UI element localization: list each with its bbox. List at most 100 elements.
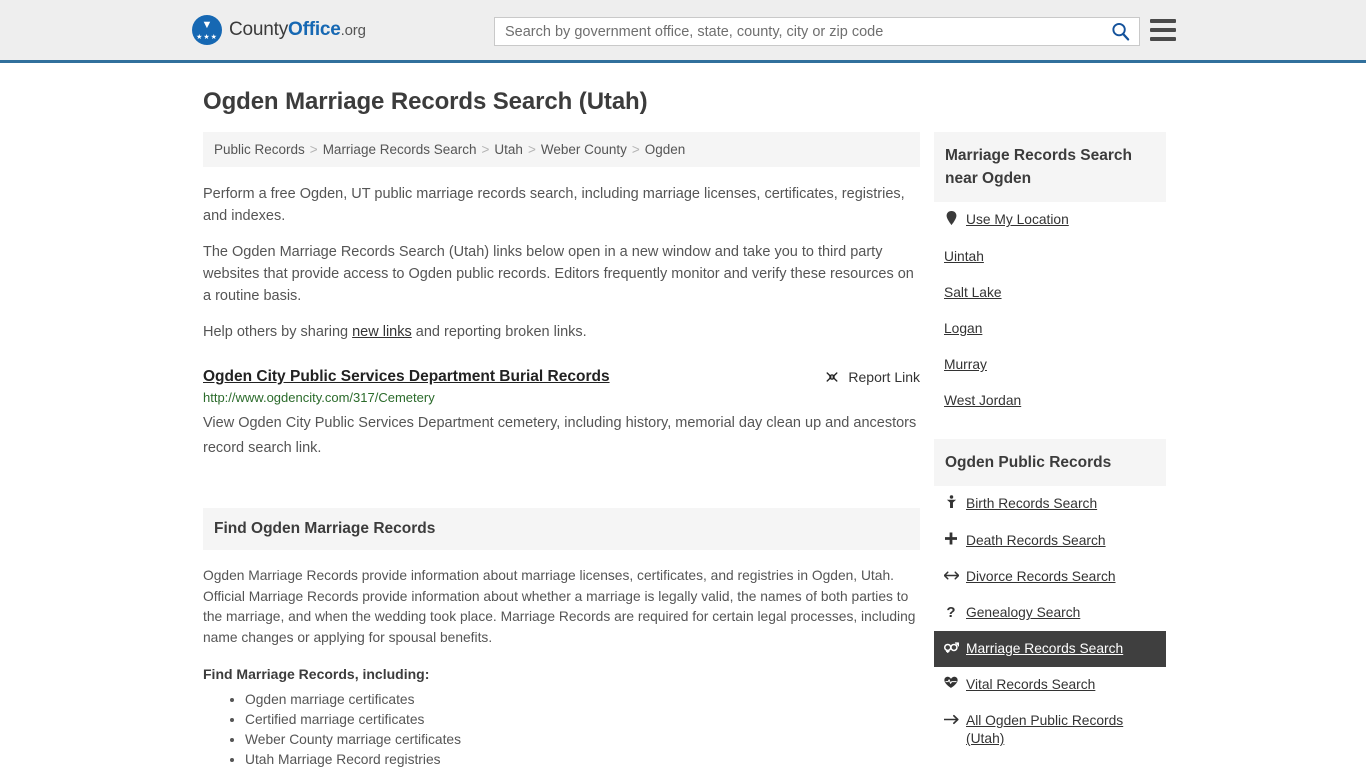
page-title: Ogden Marriage Records Search (Utah)	[203, 88, 648, 115]
arrows-horizontal-icon	[943, 568, 960, 586]
sidebar-item-marriage-records-search[interactable]: Marriage Records Search	[934, 631, 1166, 667]
find-records-subheading: Find Marriage Records, including:	[203, 666, 430, 682]
new-links-link[interactable]: new links	[352, 324, 412, 340]
report-link-label: Report Link	[848, 369, 920, 385]
list-item: West Jordan	[934, 383, 1166, 419]
breadcrumb-separator: >	[309, 142, 318, 157]
sidebar-item-label: Use My Location	[966, 212, 1069, 227]
sidebar-item-salt-lake[interactable]: Salt Lake	[934, 275, 1166, 311]
result-description: View Ogden City Public Services Departme…	[203, 415, 917, 456]
sidebar-item-label: All Ogden Public Records (Utah)	[966, 713, 1124, 746]
venus-mars-icon	[943, 640, 959, 658]
sidebar-item-use-my-location[interactable]: Use My Location	[934, 202, 1166, 239]
sidebar-item-label: Divorce Records Search	[966, 569, 1116, 584]
result-title-link[interactable]: Ogden City Public Services Department Bu…	[203, 368, 610, 386]
sidebar-item-vital-records-search[interactable]: Vital Records Search	[934, 667, 1166, 703]
find-records-paragraph: Ogden Marriage Records provide informati…	[203, 568, 916, 645]
sidebar-item-all-ogden-public-records[interactable]: All Ogden Public Records (Utah)	[934, 703, 1166, 757]
sidebar-item-murray[interactable]: Murray	[934, 347, 1166, 383]
sidebar-item-label: Genealogy Search	[966, 605, 1081, 620]
public-records-list: Birth Records Search Death Records Searc…	[934, 486, 1166, 757]
result-item: Ogden City Public Services Department Bu…	[203, 368, 920, 461]
record-types-list: Ogden marriage certificates Certified ma…	[203, 690, 920, 768]
content-columns: Public Records > Marriage Records Search…	[203, 132, 1366, 768]
nearby-searches-heading: Marriage Records Search near Ogden	[934, 132, 1166, 202]
find-records-heading: Find Ogden Marriage Records	[203, 508, 920, 550]
sidebar-item-label: Murray	[944, 357, 987, 372]
list-item: ? Genealogy Search	[934, 595, 1166, 631]
map-pin-icon	[944, 211, 958, 230]
list-item: Salt Lake	[934, 275, 1166, 311]
search-input[interactable]	[495, 18, 1101, 45]
sidebar-item-label: Birth Records Search	[966, 496, 1098, 511]
intro-text: Perform a free Ogden, UT public marriage…	[203, 183, 920, 343]
list-item: Murray	[934, 347, 1166, 383]
list-item: Use My Location	[934, 202, 1166, 239]
list-item: Death Records Search	[934, 523, 1166, 559]
list-item: Marriage Records Search	[934, 631, 1166, 667]
sidebar-item-birth-records-search[interactable]: Birth Records Search	[934, 486, 1166, 523]
breadcrumb-separator: >	[481, 142, 490, 157]
question-mark-icon: ?	[946, 604, 956, 621]
sidebar-item-logan[interactable]: Logan	[934, 311, 1166, 347]
broken-link-icon	[826, 372, 838, 382]
intro-paragraph-3: Help others by sharing new links and rep…	[203, 321, 920, 343]
sidebar-item-label: Uintah	[944, 249, 984, 264]
list-item: Uintah	[934, 239, 1166, 275]
breadcrumb-item-marriage-records-search[interactable]: Marriage Records Search	[323, 142, 477, 157]
search-bar	[494, 17, 1140, 46]
sidebar: Marriage Records Search near Ogden Use M…	[934, 132, 1166, 768]
breadcrumb-item-ogden[interactable]: Ogden	[645, 142, 686, 157]
sidebar-item-death-records-search[interactable]: Death Records Search	[934, 523, 1166, 559]
search-button[interactable]	[1101, 18, 1139, 45]
main-column: Public Records > Marriage Records Search…	[203, 132, 920, 768]
share-text-after: and reporting broken links.	[411, 324, 587, 340]
brand-office: Office	[288, 19, 341, 40]
sidebar-item-label: Marriage Records Search	[966, 641, 1124, 656]
sidebar-item-label: Salt Lake	[944, 285, 1002, 300]
sidebar-item-label: Logan	[944, 321, 983, 336]
breadcrumb-item-weber-county[interactable]: Weber County	[541, 142, 627, 157]
list-item: Weber County marriage certificates	[245, 730, 920, 750]
panel-spacer	[934, 427, 1166, 439]
sidebar-item-uintah[interactable]: Uintah	[934, 239, 1166, 275]
list-item: Birth Records Search	[934, 486, 1166, 523]
share-text-before: Help others by sharing	[203, 324, 353, 340]
list-item: Divorce Records Search	[934, 559, 1166, 595]
search-icon	[1111, 22, 1129, 41]
brand-wordmark: CountyOffice.org	[229, 19, 366, 41]
sidebar-item-label: West Jordan	[944, 393, 1022, 408]
intro-paragraph-2: The Ogden Marriage Records Search (Utah)…	[203, 244, 914, 304]
list-item: All Ogden Public Records (Utah)	[934, 703, 1166, 757]
site-header: ▼ ★★★ CountyOffice.org	[0, 0, 1366, 63]
sidebar-item-label: Vital Records Search	[966, 677, 1096, 692]
sidebar-item-genealogy-search[interactable]: ? Genealogy Search	[934, 595, 1166, 631]
public-records-heading: Ogden Public Records	[934, 439, 1166, 486]
brand-org: .org	[340, 22, 366, 39]
brand-county: County	[229, 19, 289, 40]
nearby-searches-list: Use My Location Uintah Salt Lake Logan M…	[934, 202, 1166, 419]
baby-icon	[944, 495, 958, 514]
breadcrumb-item-public-records[interactable]: Public Records	[214, 142, 305, 157]
arrow-right-icon	[943, 712, 959, 730]
logo-emblem-icon: ▼ ★★★	[192, 15, 222, 45]
report-link-button[interactable]: Report Link	[824, 368, 920, 385]
list-item: Logan	[934, 311, 1166, 347]
page-body: Ogden Marriage Records Search (Utah) Pub…	[0, 88, 1366, 768]
breadcrumb-separator: >	[631, 142, 640, 157]
heartbeat-icon	[944, 676, 958, 694]
list-item: Ogden marriage certificates	[245, 690, 920, 710]
breadcrumb: Public Records > Marriage Records Search…	[203, 132, 920, 167]
public-records-panel: Ogden Public Records Birth Records Searc…	[934, 439, 1166, 757]
sidebar-item-label: Death Records Search	[966, 533, 1106, 548]
list-item: Certified marriage certificates	[245, 710, 920, 730]
sidebar-item-divorce-records-search[interactable]: Divorce Records Search	[934, 559, 1166, 595]
breadcrumb-separator: >	[527, 142, 536, 157]
intro-paragraph-1: Perform a free Ogden, UT public marriage…	[203, 186, 905, 224]
breadcrumb-item-utah[interactable]: Utah	[494, 142, 523, 157]
sidebar-item-west-jordan[interactable]: West Jordan	[934, 383, 1166, 419]
result-header-row: Ogden City Public Services Department Bu…	[203, 368, 920, 386]
result-url: http://www.ogdencity.com/317/Cemetery	[203, 390, 435, 405]
menu-icon[interactable]	[1150, 19, 1176, 41]
site-logo[interactable]: ▼ ★★★ CountyOffice.org	[192, 15, 366, 45]
